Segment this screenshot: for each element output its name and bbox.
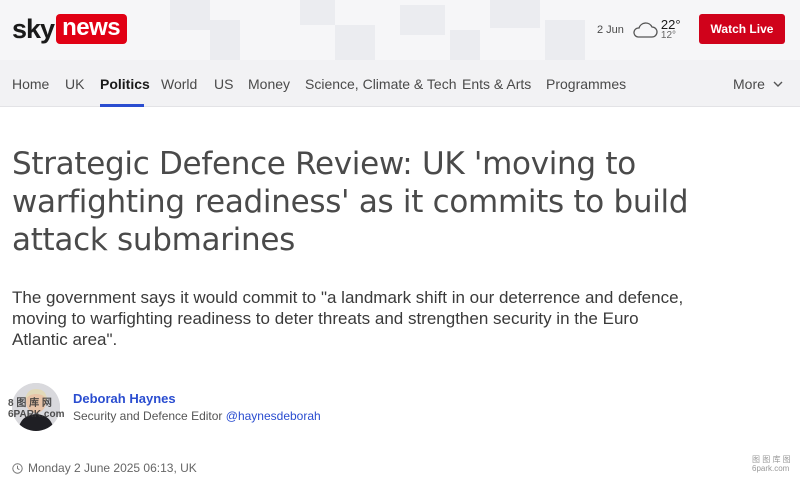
nav-item-world[interactable]: World xyxy=(161,76,197,92)
author-byline: Deborah Haynes Security and Defence Edit… xyxy=(12,383,412,433)
header-decoration xyxy=(150,0,600,60)
sky-news-logo[interactable]: sky news xyxy=(12,14,128,44)
corner-watermark-line-1: 图 图 库 图 xyxy=(752,455,791,464)
nav-item-money[interactable]: Money xyxy=(248,76,290,92)
cloud-icon xyxy=(633,22,658,38)
weather-widget[interactable]: 2 Jun 22° 12° xyxy=(587,15,689,45)
temp-high: 22° xyxy=(660,17,681,32)
author-name-link[interactable]: Deborah Haynes xyxy=(73,391,176,406)
nav-item-uk[interactable]: UK xyxy=(65,76,84,92)
nav-item-home[interactable]: Home xyxy=(12,76,49,92)
nav-item-us[interactable]: US xyxy=(214,76,233,92)
logo-news-text: news xyxy=(56,14,128,44)
timestamp-text: Monday 2 June 2025 06:13, UK xyxy=(28,461,197,475)
logo-sky-text: sky xyxy=(12,14,55,44)
nav-item-ents-arts[interactable]: Ents & Arts xyxy=(462,76,531,92)
nav-item-programmes[interactable]: Programmes xyxy=(546,76,626,92)
weather-temps: 22° 12° xyxy=(660,17,681,41)
article-standfirst: The government says it would commit to "… xyxy=(12,288,684,349)
chevron-down-icon xyxy=(773,81,783,87)
temp-low: 12° xyxy=(660,30,677,41)
more-label: More xyxy=(733,76,765,92)
weather-date: 2 Jun xyxy=(597,24,624,36)
more-menu-button[interactable]: More xyxy=(733,76,783,92)
watch-live-button[interactable]: Watch Live xyxy=(699,14,785,44)
nav-item-politics[interactable]: Politics xyxy=(100,76,150,92)
active-nav-indicator xyxy=(100,104,144,107)
author-twitter-handle[interactable]: @haynesdeborah xyxy=(226,409,321,423)
author-role: Security and Defence Editor @haynesdebor… xyxy=(73,409,321,423)
watermark-line-2: 6PARK.com xyxy=(8,409,65,420)
image-watermark: 8 图 库 网 6PARK.com xyxy=(8,398,65,420)
watermark-line-1: 8 图 库 网 xyxy=(8,398,52,409)
author-title: Security and Defence Editor xyxy=(73,409,223,423)
clock-icon xyxy=(12,462,23,474)
article-headline: Strategic Defence Review: UK 'moving to … xyxy=(12,146,689,258)
nav-item-science-climate-tech[interactable]: Science, Climate & Tech xyxy=(305,76,456,92)
corner-watermark: 图 图 库 图 6park.com xyxy=(752,455,791,473)
article-timestamp: Monday 2 June 2025 06:13, UK xyxy=(12,461,197,475)
masthead: sky news 2 Jun 22° 12° Watch Live xyxy=(0,0,800,60)
main-nav: Home UK Politics World US Money Science,… xyxy=(0,60,800,107)
corner-watermark-line-2: 6park.com xyxy=(752,464,790,473)
